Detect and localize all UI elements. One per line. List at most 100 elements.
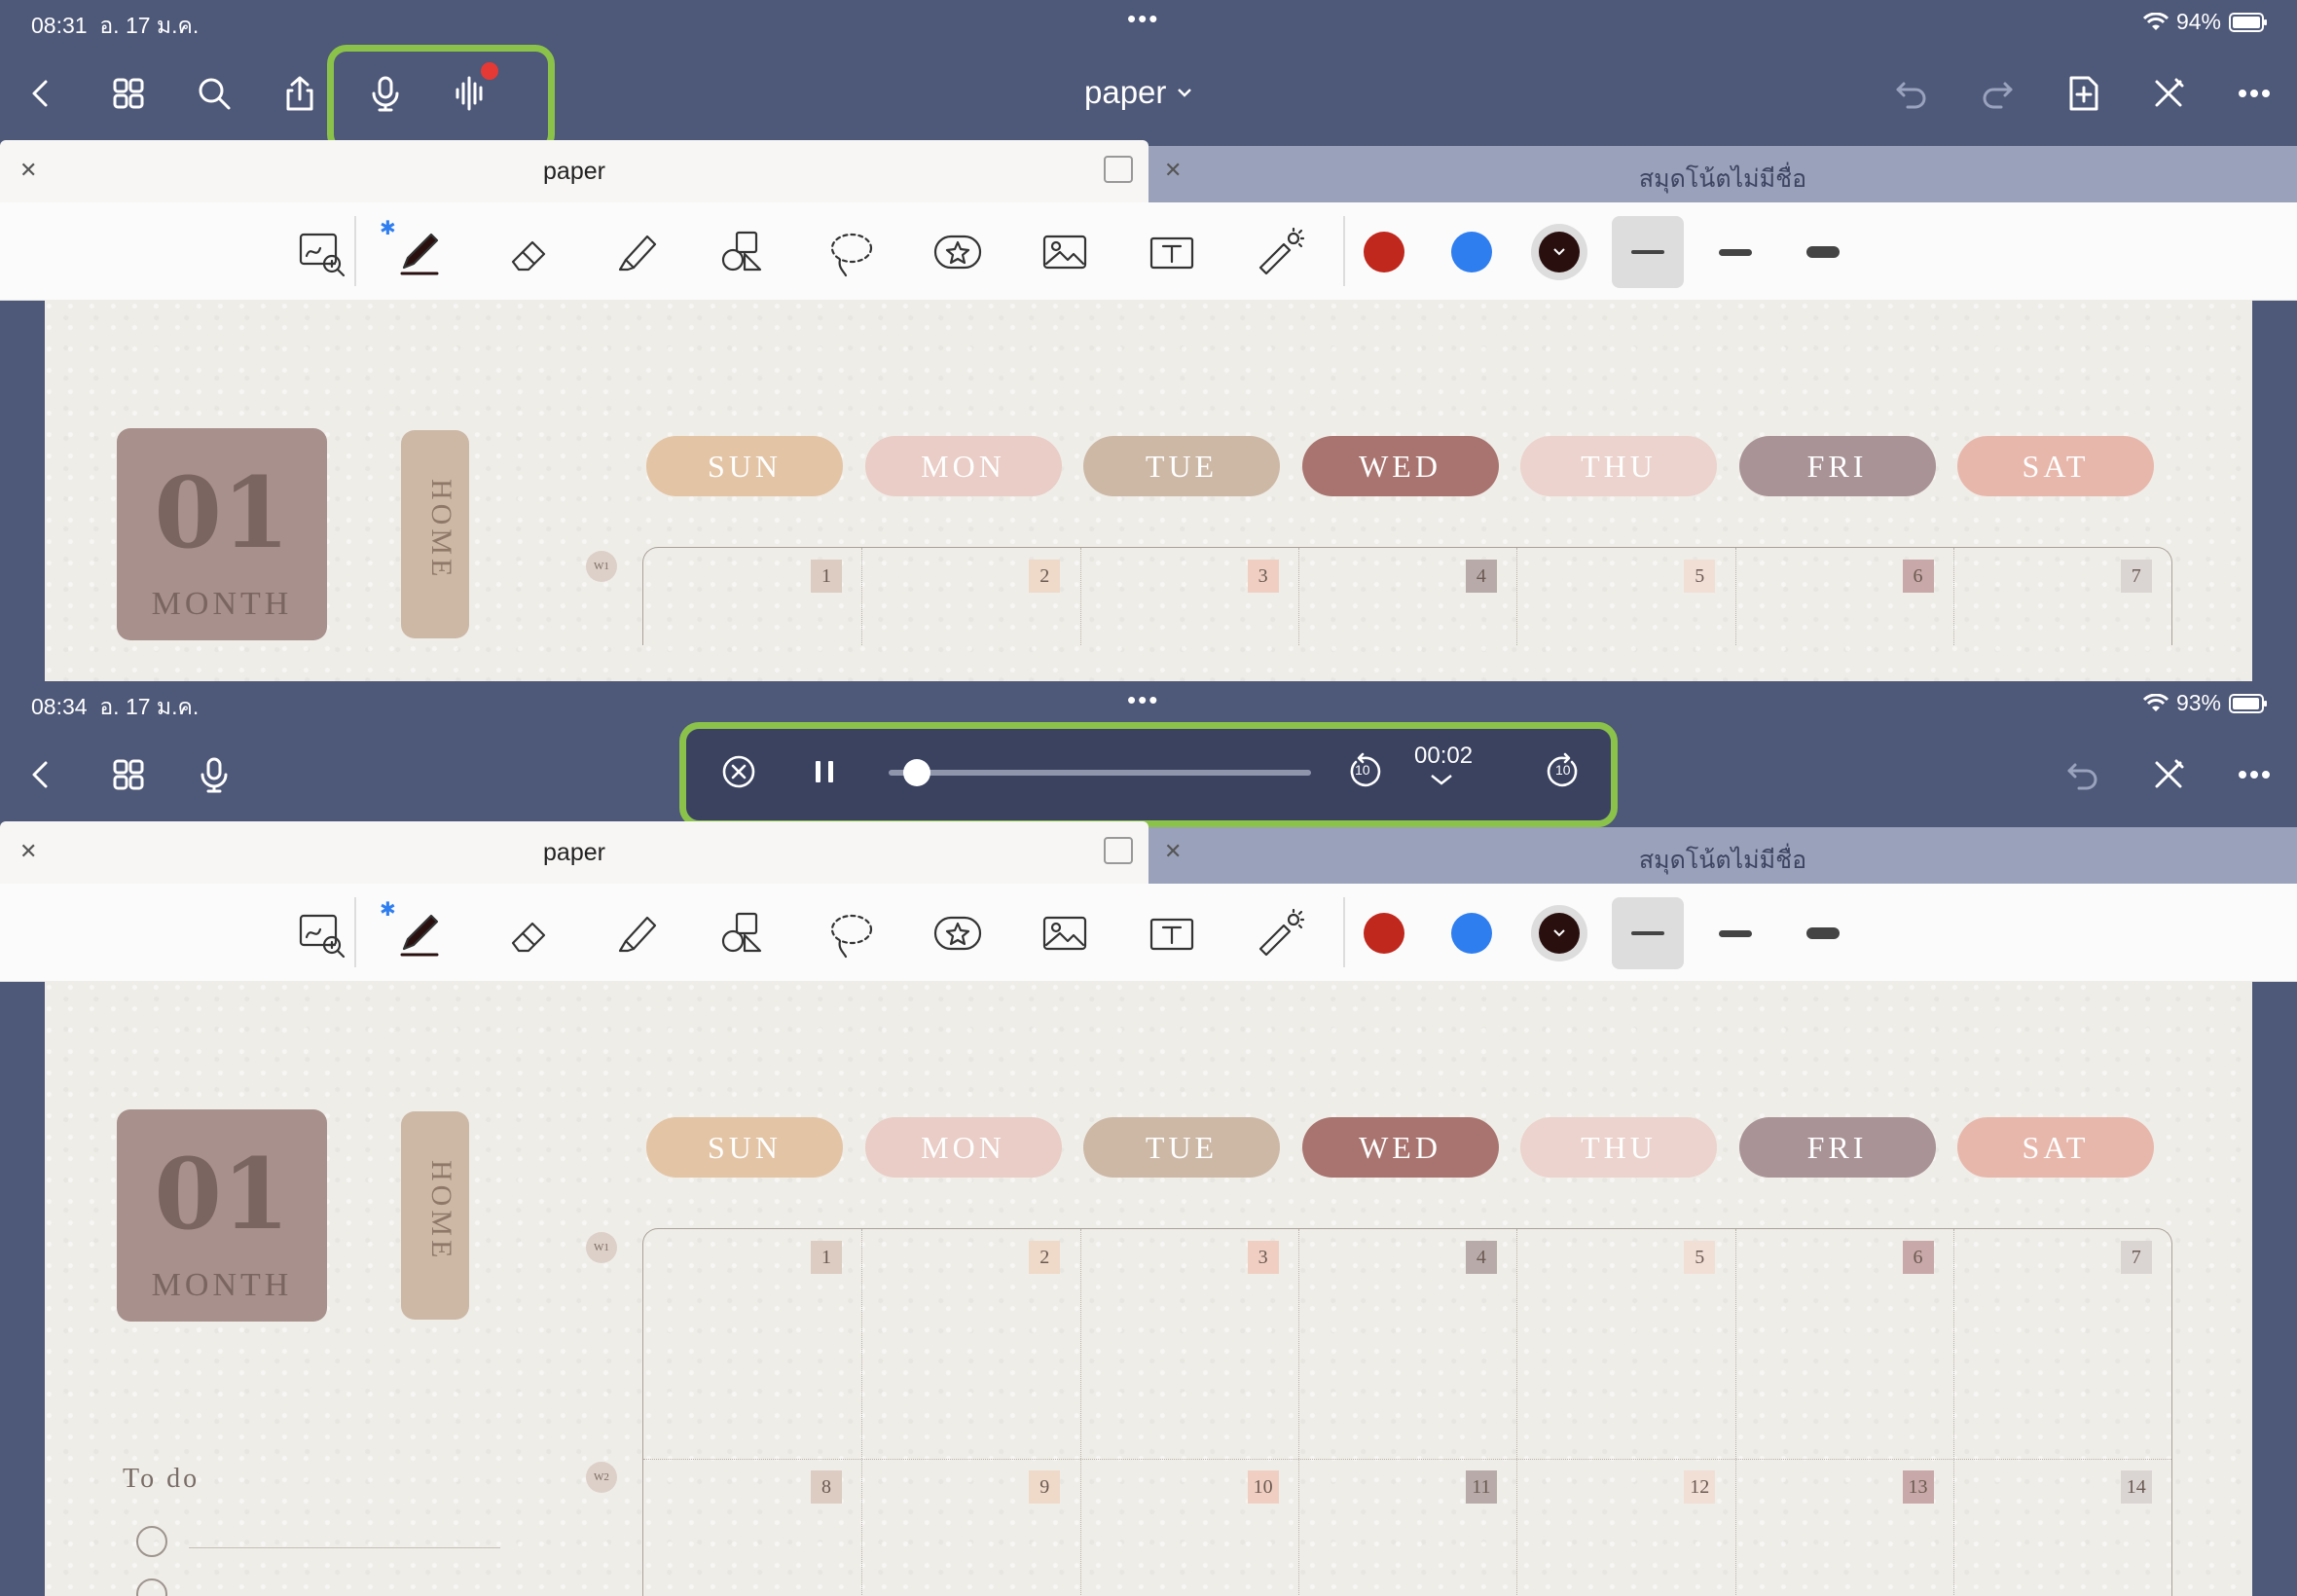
date-cell-14: 14 bbox=[2120, 1470, 2152, 1504]
lasso-tool-button[interactable] bbox=[818, 220, 882, 284]
recording-indicator-dot bbox=[481, 62, 498, 80]
sticker-tool-button[interactable] bbox=[925, 220, 989, 284]
todo-checkbox[interactable] bbox=[136, 1578, 167, 1596]
back-button[interactable] bbox=[16, 68, 66, 119]
lasso-tool-button[interactable] bbox=[818, 901, 882, 965]
tab-untitled-notebook[interactable]: ✕ สมุดโน้ตไม่มีชื่อ bbox=[1148, 146, 2297, 202]
eraser-tool-button[interactable] bbox=[496, 220, 561, 284]
eraser-tool-button[interactable] bbox=[496, 901, 561, 965]
audio-recordings-button[interactable] bbox=[446, 62, 498, 119]
redo-button[interactable] bbox=[1972, 68, 2023, 119]
planner-page[interactable]: 01 MONTH HOME SUN MON TUE WED THU FRI SAT 1 2 3 4 5 6 7 8… bbox=[45, 981, 2252, 1596]
multitask-dots[interactable]: ••• bbox=[1127, 685, 1159, 715]
add-page-icon bbox=[2069, 76, 2098, 111]
pen-tool-button[interactable] bbox=[387, 901, 452, 965]
tools-toggle-button[interactable] bbox=[2143, 749, 2194, 800]
zoom-window-button[interactable] bbox=[288, 220, 352, 284]
laser-pointer-button[interactable] bbox=[1246, 220, 1310, 284]
add-page-button[interactable] bbox=[2058, 68, 2108, 119]
day-header-thu: THU bbox=[1520, 436, 1717, 496]
lasso-icon bbox=[830, 233, 873, 277]
home-tab[interactable]: HOME bbox=[401, 1111, 469, 1320]
color-red-swatch[interactable] bbox=[1364, 913, 1404, 954]
stroke-thick-button[interactable] bbox=[1787, 216, 1859, 288]
color-dark-swatch-selected[interactable] bbox=[1531, 905, 1587, 961]
todo-checkbox[interactable] bbox=[136, 1526, 167, 1557]
zoom-window-button[interactable] bbox=[288, 901, 352, 965]
back-button[interactable] bbox=[16, 749, 66, 800]
player-panel: 10 00:02 10 bbox=[686, 729, 1611, 820]
microphone-button[interactable] bbox=[189, 749, 239, 800]
microphone-button[interactable] bbox=[360, 68, 411, 119]
tab-paper[interactable]: ✕ paper bbox=[0, 821, 1148, 884]
date-cell-4: 4 bbox=[1465, 1241, 1497, 1274]
split-view-icon[interactable] bbox=[1104, 837, 1133, 864]
stroke-thin-button[interactable] bbox=[1612, 897, 1684, 969]
more-icon bbox=[2239, 771, 2270, 779]
tab-bar: ✕ paper ✕ สมุดโน้ตไม่มีชื่อ bbox=[0, 821, 2297, 884]
planner-page[interactable]: 01 MONTH HOME SUN MON TUE WED THU FRI SAT 1 2 3 4 5 6 7 W… bbox=[45, 300, 2252, 681]
image-tool-button[interactable] bbox=[1032, 901, 1096, 965]
stroke-medium-button[interactable] bbox=[1699, 216, 1771, 288]
date-cell-6: 6 bbox=[1902, 560, 1934, 593]
image-icon bbox=[1042, 916, 1087, 951]
document-title-menu[interactable]: paper bbox=[1084, 74, 1193, 111]
chevron-down-icon bbox=[1431, 775, 1452, 785]
more-button[interactable] bbox=[2229, 749, 2279, 800]
color-blue-swatch[interactable] bbox=[1451, 913, 1492, 954]
close-player-button[interactable] bbox=[715, 748, 762, 795]
color-red-swatch[interactable] bbox=[1364, 232, 1404, 272]
highlighter-tool-button[interactable] bbox=[603, 901, 668, 965]
date-cell-13: 13 bbox=[1902, 1470, 1934, 1504]
sticker-icon bbox=[933, 235, 982, 270]
text-tool-button[interactable] bbox=[1139, 220, 1203, 284]
playback-time[interactable]: 00:02 bbox=[1414, 743, 1473, 785]
highlighter-tool-button[interactable] bbox=[603, 220, 668, 284]
playback-scrubber[interactable] bbox=[903, 759, 931, 786]
color-blue-swatch[interactable] bbox=[1451, 232, 1492, 272]
more-button[interactable] bbox=[2229, 68, 2279, 119]
battery-status: 94% bbox=[2142, 9, 2268, 35]
date-cell-6: 6 bbox=[1902, 1241, 1934, 1274]
day-header-wed: WED bbox=[1301, 1117, 1499, 1178]
text-tool-button[interactable] bbox=[1139, 901, 1203, 965]
undo-button[interactable] bbox=[1886, 68, 1937, 119]
split-view-icon[interactable] bbox=[1104, 156, 1133, 183]
pause-button[interactable] bbox=[801, 748, 848, 795]
multitask-dots[interactable]: ••• bbox=[1127, 4, 1159, 34]
tab-paper[interactable]: ✕ paper bbox=[0, 140, 1148, 202]
calendar-grid[interactable]: 1 2 3 4 5 6 7 8 9 10 11 12 13 14 bbox=[642, 1228, 2172, 1596]
eraser-icon bbox=[511, 922, 546, 953]
stroke-medium-button[interactable] bbox=[1699, 897, 1771, 969]
color-dark-swatch-selected[interactable] bbox=[1531, 224, 1587, 280]
stroke-thick-button[interactable] bbox=[1787, 897, 1859, 969]
laser-pointer-button[interactable] bbox=[1246, 901, 1310, 965]
grid-view-button[interactable] bbox=[103, 68, 154, 119]
skip-back-button[interactable]: 10 bbox=[1340, 748, 1387, 795]
stroke-width-preview bbox=[1719, 248, 1752, 256]
undo-icon bbox=[2067, 763, 2097, 790]
search-button[interactable] bbox=[189, 68, 239, 119]
home-tab[interactable]: HOME bbox=[401, 430, 469, 638]
skip-forward-button[interactable]: 10 bbox=[1541, 748, 1587, 795]
day-header-sat: SAT bbox=[1957, 436, 2154, 496]
image-tool-button[interactable] bbox=[1032, 220, 1096, 284]
tab-untitled-notebook[interactable]: ✕ สมุดโน้ตไม่มีชื่อ bbox=[1148, 827, 2297, 884]
tab-label: paper bbox=[543, 839, 605, 866]
drawing-toolbar: ✱ bbox=[0, 202, 2297, 301]
shape-tool-button[interactable] bbox=[711, 220, 775, 284]
tab-label: paper bbox=[543, 158, 605, 185]
sticker-tool-button[interactable] bbox=[925, 901, 989, 965]
tools-toggle-button[interactable] bbox=[2143, 68, 2194, 119]
grid-view-button[interactable] bbox=[103, 749, 154, 800]
share-button[interactable] bbox=[274, 68, 325, 119]
grid-divider bbox=[1079, 1229, 1081, 1596]
pen-tool-button[interactable] bbox=[387, 220, 452, 284]
shape-tool-button[interactable] bbox=[711, 901, 775, 965]
laser-pointer-icon bbox=[1258, 908, 1305, 957]
image-icon bbox=[1042, 235, 1087, 270]
calendar-grid[interactable]: 1 2 3 4 5 6 7 bbox=[642, 547, 2172, 645]
undo-button[interactable] bbox=[2058, 749, 2108, 800]
playback-progress-track[interactable] bbox=[889, 770, 1311, 776]
stroke-thin-button[interactable] bbox=[1612, 216, 1684, 288]
